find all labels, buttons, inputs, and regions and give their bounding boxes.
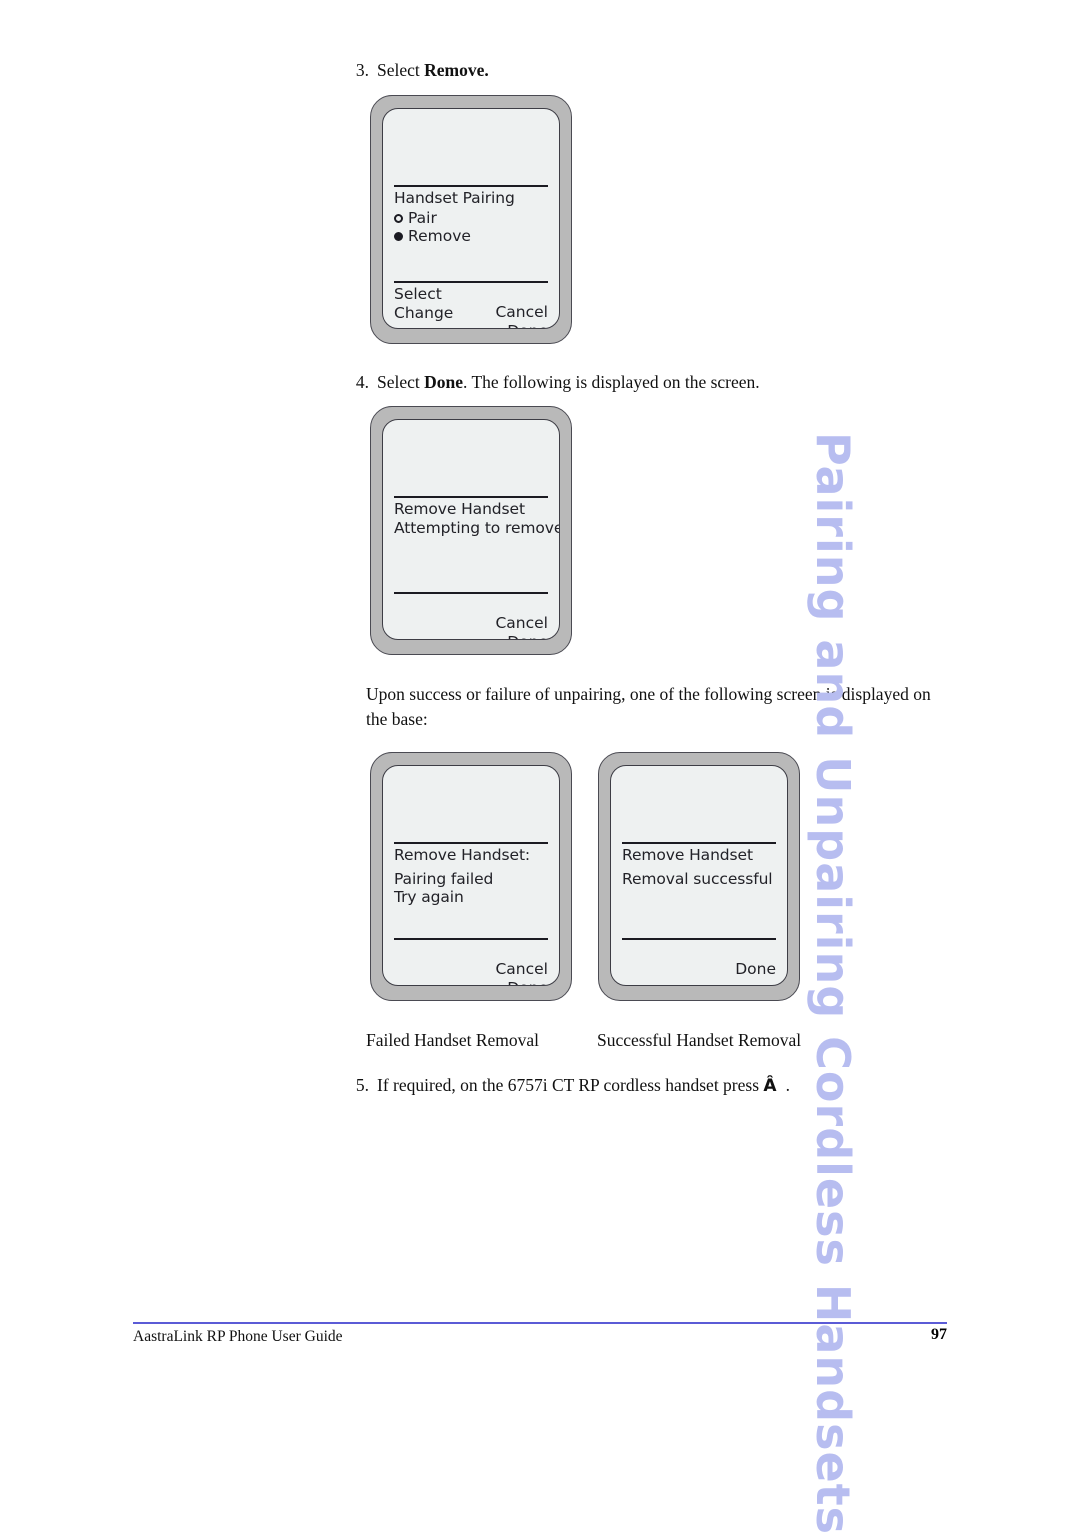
softkeys-left-1: Select Change bbox=[394, 285, 453, 322]
step-3-text: Select Remove. bbox=[377, 58, 905, 83]
softkeys-right-4: Done bbox=[735, 960, 776, 979]
lcd-option-pair-label: Pair bbox=[408, 209, 437, 227]
lcd-bezel-3: Remove Handset: Pairing failed Try again… bbox=[382, 765, 560, 986]
lcd-divider-top-2 bbox=[394, 496, 548, 498]
softkey-cancel[interactable]: Cancel bbox=[495, 960, 548, 979]
step-4-text: Select Done. The following is displayed … bbox=[377, 370, 965, 395]
paragraph-line-2: the base: bbox=[366, 709, 428, 730]
step-5: 5. If required, on the 6757i CT RP cordl… bbox=[345, 1073, 965, 1098]
lcd-divider-top-1 bbox=[394, 185, 548, 187]
radio-selected-icon bbox=[394, 231, 403, 241]
phone-screen-handset-pairing: Handset Pairing Pair Remove Select Chang… bbox=[370, 95, 572, 344]
lcd-title-remove-handset-3: Remove Handset: bbox=[394, 846, 531, 864]
lcd-bezel-2: Remove Handset Attempting to remove … Ca… bbox=[382, 419, 560, 640]
lcd-content-3: Remove Handset: Pairing failed Try again… bbox=[383, 766, 559, 985]
success-failure-paragraph: Upon success or failure of unpairing, on… bbox=[366, 682, 956, 733]
lcd-divider-top-4 bbox=[622, 842, 776, 844]
lcd-divider-bottom-1 bbox=[394, 281, 548, 283]
softkey-change[interactable]: Change bbox=[394, 304, 453, 323]
lcd-option-remove-label: Remove bbox=[408, 227, 471, 245]
step-4-bold: Done bbox=[424, 372, 464, 392]
step-5-number: 5. bbox=[355, 1075, 369, 1095]
lcd-status-pairing-failed: Pairing failed bbox=[394, 870, 494, 888]
softkey-select[interactable]: Select bbox=[394, 285, 453, 304]
lcd-bezel-4: Remove Handset Removal successful Done bbox=[610, 765, 788, 986]
lcd-divider-bottom-2 bbox=[394, 592, 548, 594]
phone-screen-removal-failed: Remove Handset: Pairing failed Try again… bbox=[370, 752, 572, 1001]
lcd-content-4: Remove Handset Removal successful Done bbox=[611, 766, 787, 985]
handset-key-symbol-icon: Â bbox=[763, 1076, 777, 1096]
step-4: 4. Select Done. The following is display… bbox=[345, 370, 965, 395]
lcd-content-2: Remove Handset Attempting to remove … Ca… bbox=[383, 420, 559, 639]
softkeys-right-3: Cancel Done bbox=[495, 960, 548, 985]
softkey-done[interactable]: Done bbox=[495, 322, 548, 328]
step-5-text-after: . bbox=[785, 1075, 790, 1095]
lcd-option-remove[interactable]: Remove bbox=[394, 227, 471, 245]
lcd-option-pair[interactable]: Pair bbox=[394, 209, 437, 227]
lcd-status-removal-successful: Removal successful bbox=[622, 870, 773, 888]
caption-failed-handset-removal: Failed Handset Removal bbox=[366, 1030, 540, 1050]
footer-guide-title: AastraLink RP Phone User Guide bbox=[133, 1328, 343, 1345]
footer-divider bbox=[133, 1322, 947, 1324]
softkeys-right-1: Cancel Done bbox=[495, 303, 548, 328]
step-5-text: If required, on the 6757i CT RP cordless… bbox=[377, 1073, 965, 1098]
radio-unselected-icon bbox=[394, 213, 403, 223]
lcd-title-remove-handset-2: Remove Handset bbox=[394, 500, 525, 518]
lcd-divider-bottom-4 bbox=[622, 938, 776, 940]
step-5-text-before: If required, on the 6757i CT RP cordless… bbox=[377, 1075, 764, 1095]
softkey-done[interactable]: Done bbox=[495, 633, 548, 639]
step-4-text-before: Select bbox=[377, 372, 425, 392]
step-3: 3. Select Remove. bbox=[345, 58, 905, 83]
phone-screen-removal-successful: Remove Handset Removal successful Done bbox=[598, 752, 800, 1001]
softkey-done[interactable]: Done bbox=[495, 979, 548, 985]
step-4-text-after: . The following is displayed on the scre… bbox=[463, 372, 760, 392]
lcd-content-1: Handset Pairing Pair Remove Select Chang… bbox=[383, 109, 559, 328]
softkey-cancel[interactable]: Cancel bbox=[495, 614, 548, 633]
step-3-number: 3. bbox=[355, 60, 369, 80]
step-3-bold: Remove. bbox=[424, 60, 489, 80]
step-3-text-before: Select bbox=[377, 60, 425, 80]
caption-successful-handset-removal: Successful Handset Removal bbox=[597, 1030, 802, 1050]
step-4-number: 4. bbox=[355, 372, 369, 392]
chapter-side-tab: Pairing and Unpairing Cordless Handsets bbox=[806, 432, 860, 1535]
lcd-status-attempting: Attempting to remove … bbox=[394, 519, 560, 537]
lcd-divider-bottom-3 bbox=[394, 938, 548, 940]
lcd-divider-top-3 bbox=[394, 842, 548, 844]
lcd-status-try-again: Try again bbox=[394, 888, 464, 906]
lcd-bezel-1: Handset Pairing Pair Remove Select Chang… bbox=[382, 108, 560, 329]
softkey-done[interactable]: Done bbox=[735, 960, 776, 979]
lcd-title-remove-handset-4: Remove Handset bbox=[622, 846, 753, 864]
lcd-title-handset-pairing: Handset Pairing bbox=[394, 189, 515, 207]
softkeys-right-2: Cancel Done bbox=[495, 614, 548, 639]
softkey-cancel[interactable]: Cancel bbox=[495, 303, 548, 322]
footer-page-number: 97 bbox=[931, 1326, 947, 1343]
phone-screen-attempting-removal: Remove Handset Attempting to remove … Ca… bbox=[370, 406, 572, 655]
